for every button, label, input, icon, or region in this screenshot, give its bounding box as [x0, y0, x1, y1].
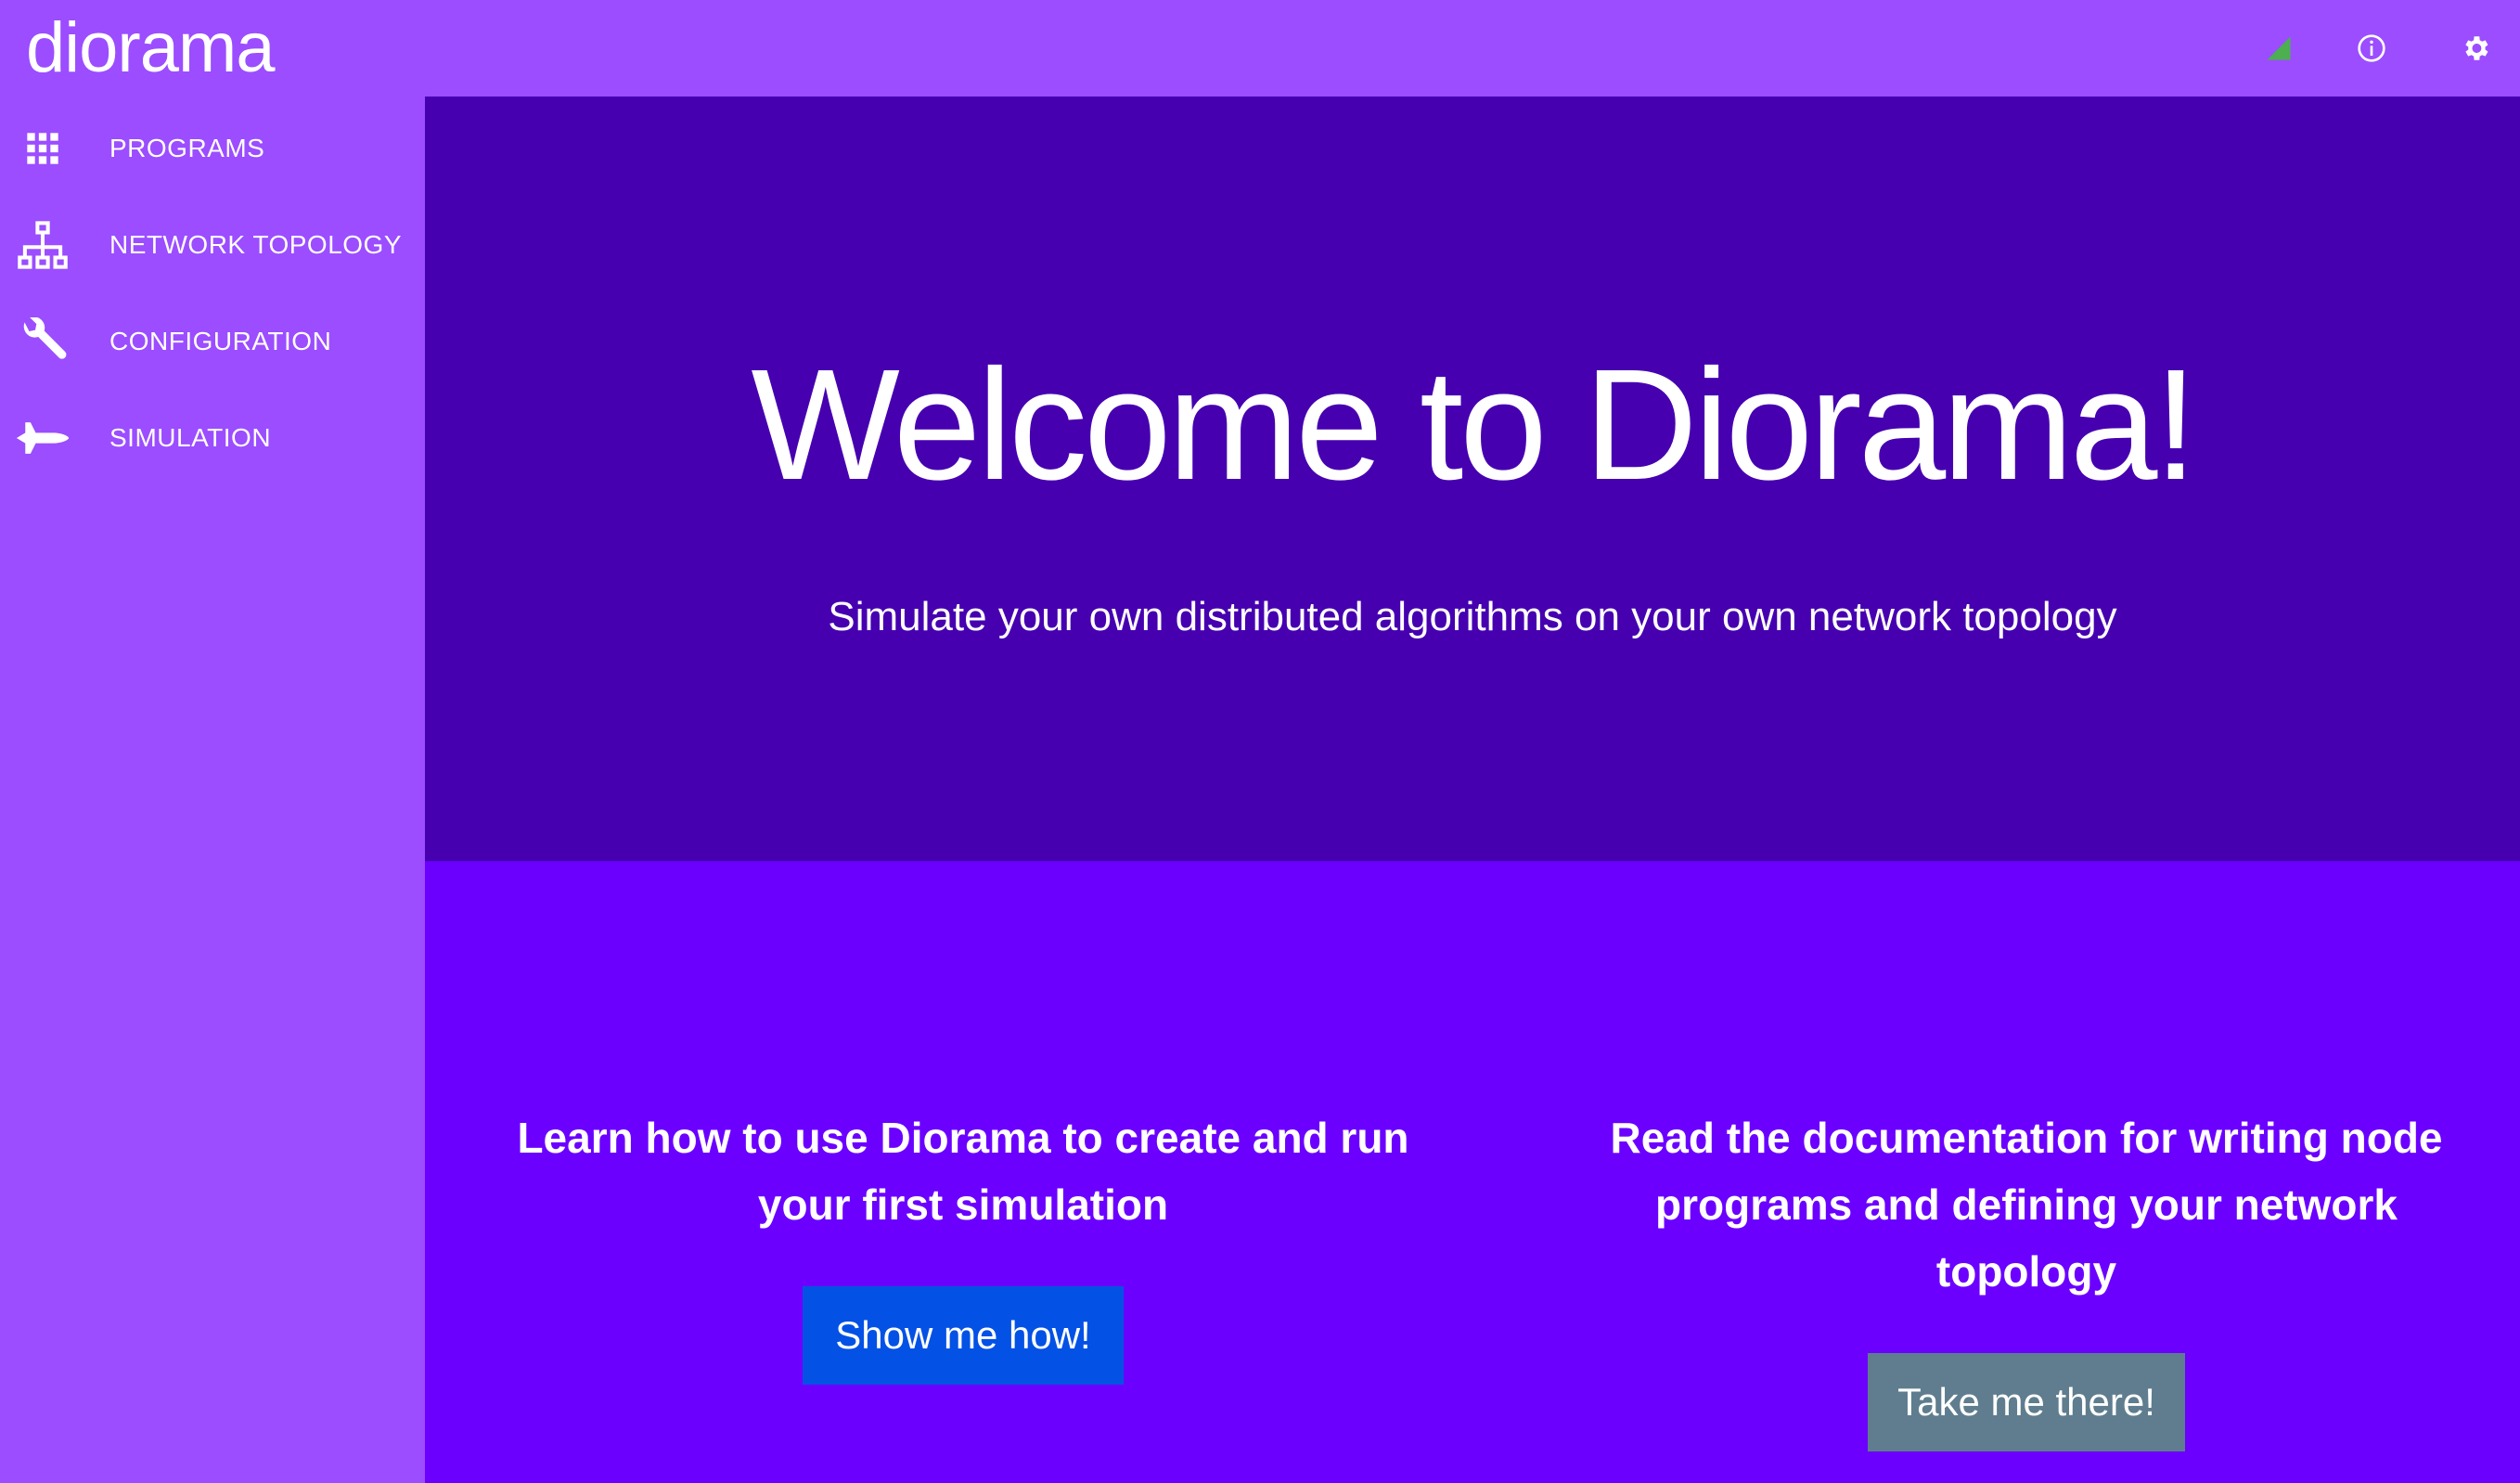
- sidebar-item-simulation[interactable]: SIMULATION: [0, 390, 425, 486]
- docs-card: Read the documentation for writing node …: [1562, 1104, 2490, 1451]
- sidebar-item-label: CONFIGURATION: [109, 327, 332, 355]
- sidebar-item-programs[interactable]: PROGRAMS: [0, 100, 425, 197]
- sidebar-item-network-topology[interactable]: NETWORK TOPOLOGY: [0, 197, 425, 293]
- sidebar-item-label: NETWORK TOPOLOGY: [109, 230, 403, 259]
- sidebar-item-label: PROGRAMS: [109, 134, 265, 162]
- sidebar: PROGRAMS NETWORK TOPOLOGY CONFIGURATION: [0, 97, 425, 1483]
- docs-text: Read the documentation for writing node …: [1610, 1114, 2443, 1296]
- sidebar-item-configuration[interactable]: CONFIGURATION: [0, 293, 425, 390]
- hero-subtitle: Simulate your own distributed algorithms…: [828, 594, 2117, 639]
- gear-icon[interactable]: [2455, 28, 2496, 69]
- sitemap-icon: [15, 217, 71, 273]
- page-title: Welcome to Diorama!: [751, 337, 2197, 513]
- hero-banner: Welcome to Diorama! Simulate your own di…: [425, 97, 2520, 861]
- signal-icon[interactable]: [2258, 28, 2299, 69]
- show-me-how-button[interactable]: Show me how!: [803, 1286, 1124, 1385]
- wrench-icon: [15, 314, 71, 369]
- grid-icon: [15, 121, 71, 176]
- tutorial-card: Learn how to use Diorama to create and r…: [499, 1104, 1427, 1385]
- tutorial-text: Learn how to use Diorama to create and r…: [517, 1114, 1409, 1229]
- sidebar-item-label: SIMULATION: [109, 423, 272, 452]
- info-icon[interactable]: [2351, 28, 2392, 69]
- top-bar: diorama: [0, 0, 2520, 97]
- shuttle-icon: [15, 410, 71, 466]
- take-me-there-button[interactable]: Take me there!: [1868, 1353, 2185, 1451]
- brand-logo[interactable]: diorama: [26, 7, 276, 88]
- action-section: Learn how to use Diorama to create and r…: [425, 861, 2520, 1483]
